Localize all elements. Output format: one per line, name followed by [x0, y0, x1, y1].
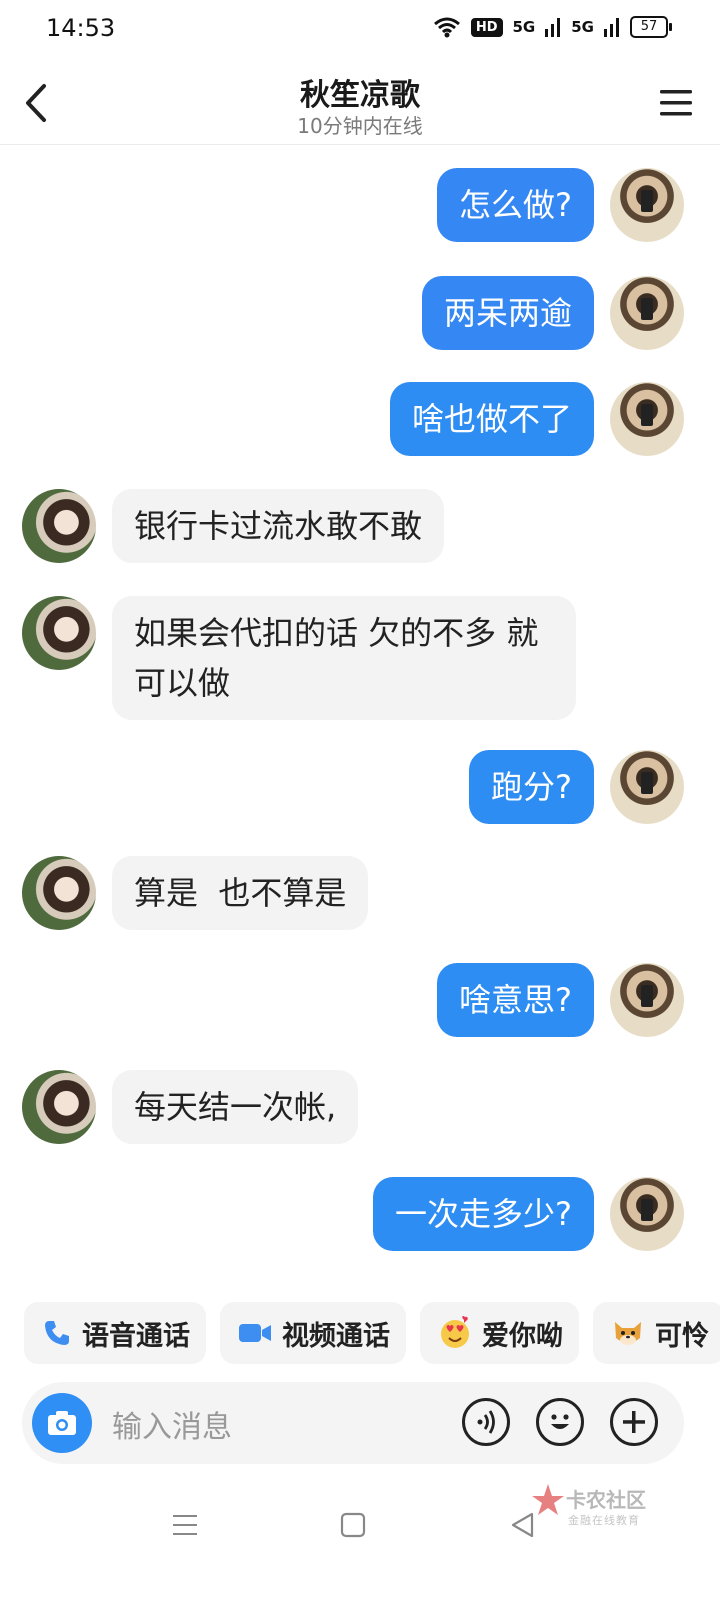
signal-bars-2-icon — [604, 18, 619, 37]
video-camera-icon — [239, 1324, 271, 1342]
message-incoming: 如果会代扣的话 欠的不多 就可以做 — [22, 596, 576, 720]
video-call-button[interactable]: 视频通话 — [220, 1302, 406, 1364]
my-avatar[interactable] — [610, 276, 684, 350]
camera-icon — [48, 1411, 76, 1435]
quick-actions-bar: 语音通话 视频通话 爱你呦 可怜 — [24, 1302, 720, 1364]
my-avatar[interactable] — [610, 750, 684, 824]
message-bubble[interactable]: 啥意思? — [437, 963, 594, 1037]
online-status: 10分钟内在线 — [297, 114, 423, 138]
back-triangle-icon[interactable] — [508, 1510, 538, 1540]
battery-icon: 57 — [630, 16, 672, 38]
heart-eyes-emoji-icon — [441, 1316, 469, 1348]
status-time: 14:53 — [46, 14, 116, 42]
message-incoming: 银行卡过流水敢不敢 — [22, 489, 445, 563]
message-bubble[interactable]: 如果会代扣的话 欠的不多 就可以做 — [112, 596, 576, 720]
message-bubble[interactable]: 跑分? — [469, 750, 594, 824]
pitiful-label: 可怜 — [655, 1320, 709, 1352]
message-input-field[interactable]: 输入消息 — [112, 1402, 232, 1446]
message-outgoing: 啥也做不了 — [389, 382, 684, 456]
message-outgoing: 跑分? — [469, 750, 684, 824]
message-outgoing: 啥意思? — [437, 963, 684, 1037]
message-bubble[interactable]: 怎么做? — [437, 168, 594, 242]
more-options-button[interactable] — [610, 1398, 658, 1446]
wifi-icon — [433, 17, 460, 38]
status-bar: 14:53 HD 5G 5G 57 — [0, 0, 720, 62]
voice-call-label: 语音通话 — [82, 1320, 190, 1352]
smiley-icon — [551, 1414, 569, 1429]
contact-avatar[interactable] — [22, 856, 96, 930]
message-outgoing: 两呆两逾 — [421, 276, 684, 350]
message-bubble[interactable]: 算是 也不算是 — [112, 856, 369, 930]
status-icons: HD 5G 5G 57 — [433, 16, 672, 38]
message-bubble[interactable]: 一次走多少? — [373, 1177, 594, 1251]
love-you-label: 爱你呦 — [482, 1320, 563, 1352]
phone-icon — [45, 1321, 69, 1345]
emoji-button[interactable] — [536, 1398, 584, 1446]
hamburger-menu-icon[interactable] — [656, 84, 696, 122]
signal-5g-2-icon: 5G — [571, 18, 594, 36]
message-input-bar: 输入消息 — [22, 1382, 684, 1464]
contact-name: 秋笙凉歌 — [300, 78, 420, 113]
message-incoming: 每天结一次帐, — [22, 1070, 359, 1144]
signal-bars-1-icon — [545, 18, 561, 37]
contact-avatar[interactable] — [22, 489, 96, 563]
voice-call-button[interactable]: 语音通话 — [24, 1302, 206, 1364]
voice-input-button[interactable] — [462, 1398, 510, 1446]
my-avatar[interactable] — [610, 963, 684, 1037]
pitiful-dog-emoji-icon — [615, 1322, 641, 1345]
plus-icon — [623, 1411, 645, 1433]
message-bubble[interactable]: 两呆两逾 — [421, 276, 594, 350]
message-incoming: 算是 也不算是 — [22, 856, 369, 930]
love-you-sticker-button[interactable]: 爱你呦 — [420, 1302, 579, 1364]
camera-button[interactable] — [32, 1393, 92, 1453]
pitiful-sticker-button[interactable]: 可怜 — [593, 1302, 720, 1364]
contact-avatar[interactable] — [22, 1070, 96, 1144]
system-navigation-bar — [0, 1480, 720, 1600]
message-outgoing: 一次走多少? — [373, 1177, 684, 1251]
my-avatar[interactable] — [610, 1177, 684, 1251]
recent-apps-icon[interactable] — [170, 1510, 200, 1540]
home-icon[interactable] — [338, 1510, 368, 1540]
message-bubble[interactable]: 啥也做不了 — [389, 382, 594, 456]
chat-header: 秋笙凉歌 10分钟内在线 — [0, 62, 720, 145]
hd-voice-icon: HD — [470, 17, 503, 37]
video-call-label: 视频通话 — [282, 1320, 390, 1352]
my-avatar[interactable] — [610, 168, 684, 242]
message-outgoing: 怎么做? — [437, 168, 684, 242]
signal-5g-1-icon: 5G — [512, 18, 536, 36]
message-bubble[interactable]: 每天结一次帐, — [112, 1070, 359, 1144]
my-avatar[interactable] — [610, 382, 684, 456]
contact-avatar[interactable] — [22, 596, 96, 670]
message-bubble[interactable]: 银行卡过流水敢不敢 — [112, 489, 445, 563]
voice-wave-icon — [477, 1410, 495, 1434]
